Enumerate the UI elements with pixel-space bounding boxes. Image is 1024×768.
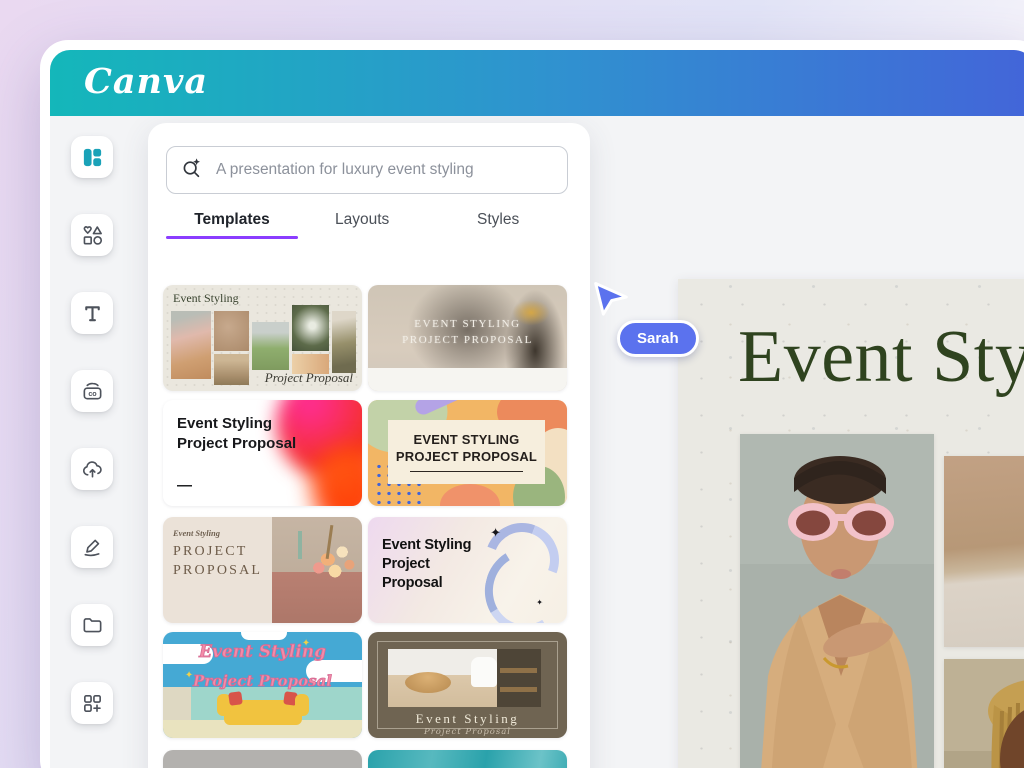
thumb-photo <box>292 305 329 351</box>
app-window: Canva co <box>40 40 1024 768</box>
brand-glyph: co <box>88 390 97 398</box>
tab-templates[interactable]: Templates <box>166 211 298 229</box>
thumb-photo <box>332 311 356 373</box>
search-input[interactable] <box>214 160 553 180</box>
template-card-gradient-blob[interactable]: Event Styling Project Proposal — <box>163 400 362 506</box>
card-title: PROJECT <box>173 544 248 559</box>
template-card-chrome[interactable]: ✦ ✦ Event Styling Project Proposal <box>368 517 567 623</box>
card-subtitle: Project Proposal <box>265 370 353 386</box>
canvas-photo-flower-woman[interactable] <box>944 659 1024 768</box>
sidebar-item-draw[interactable] <box>71 526 113 568</box>
template-card-abstract[interactable]: EVENT STYLING PROJECT PROPOSAL <box>368 400 567 506</box>
canvas-title-text[interactable]: Event Styling <box>738 315 1024 400</box>
card-subtitle: PROJECT PROPOSAL <box>368 334 567 346</box>
sofa-shape <box>224 700 302 725</box>
text-icon <box>81 302 104 325</box>
thumb-photo <box>272 517 362 623</box>
thumb-photo <box>214 311 249 351</box>
template-search-panel: Templates Layouts Styles Event Styling P… <box>148 123 590 768</box>
wall-shape <box>163 687 191 720</box>
canvas-photo-sand-texture[interactable] <box>944 456 1024 647</box>
pillow-shape <box>228 691 243 706</box>
elements-icon <box>81 224 104 247</box>
card-eyebrow: Event Styling <box>173 528 220 538</box>
card-subtitle: PROPOSAL <box>173 563 262 578</box>
card-subtitle: Project Proposal <box>368 727 567 737</box>
card-title: Event Styling <box>382 537 471 553</box>
sidebar-item-projects[interactable] <box>71 604 113 646</box>
pillow-shape <box>283 691 298 706</box>
bowl-shape <box>405 672 451 693</box>
card-title: Event Styling <box>368 711 567 727</box>
cloud-shape <box>241 632 287 640</box>
template-card-cartoon[interactable]: Event Styling Project Proposal ✦ ✦ <box>163 632 362 738</box>
sparkle-icon: ✦ <box>490 525 501 541</box>
candle-shape <box>298 531 302 559</box>
sidebar-item-design[interactable] <box>71 136 113 178</box>
sidebar-item-brand[interactable]: co <box>71 370 113 412</box>
uploads-icon <box>81 458 104 481</box>
sidebar-item-text[interactable] <box>71 292 113 334</box>
sidebar-item-uploads[interactable] <box>71 448 113 490</box>
tab-styles[interactable]: Styles <box>477 211 519 229</box>
collaborator-name-badge: Sarah <box>617 320 699 357</box>
thumb-photo <box>171 311 211 379</box>
template-card-partial-teal[interactable] <box>368 750 567 768</box>
thumb-photo <box>252 322 289 370</box>
abstract-shape <box>440 484 500 506</box>
card-dash: — <box>177 477 192 494</box>
card-subtitle: PROJECT PROPOSAL <box>396 449 537 464</box>
canvas-photo-sunglasses-woman[interactable] <box>740 434 934 768</box>
template-card-partial-gray[interactable] <box>163 750 362 768</box>
canva-logo: Canva <box>84 61 208 102</box>
collaborator-cursor-icon <box>591 280 631 325</box>
thumb-photo <box>214 354 249 385</box>
tab-layouts[interactable]: Layouts <box>335 211 389 229</box>
card-subtitle: Project Proposal <box>177 435 296 452</box>
card-inner-panel: EVENT STYLING PROJECT PROPOSAL <box>388 420 545 484</box>
card-title: EVENT STYLING <box>368 318 567 330</box>
active-tab-underline <box>166 236 298 239</box>
sparkle-icon: ✦ <box>185 670 193 681</box>
draw-icon <box>81 536 104 559</box>
card-subtitle2: Proposal <box>382 575 442 591</box>
top-header-bar: Canva <box>50 50 1024 116</box>
brand-icon: co <box>81 380 104 403</box>
apps-icon <box>81 692 104 715</box>
underline-rule <box>410 471 523 473</box>
sidebar-item-apps[interactable] <box>71 682 113 724</box>
projects-icon <box>81 614 104 637</box>
sparkle-icon: ✦ <box>536 598 543 607</box>
chair-shape <box>471 657 497 687</box>
card-title: Event Styling <box>173 291 239 306</box>
template-card-taupe[interactable]: Event Styling Project Proposal <box>368 632 567 738</box>
card-subtitle: Project <box>382 556 430 572</box>
design-icon <box>81 146 104 169</box>
card-title: Event Styling <box>163 642 362 662</box>
shelf-shape <box>497 649 541 707</box>
template-card-blur-photo[interactable]: EVENT STYLING PROJECT PROPOSAL <box>368 285 567 391</box>
app-body: co T <box>50 116 1024 768</box>
card-footer-strip <box>368 368 567 391</box>
template-card-collage[interactable]: Event Styling Project Proposal <box>163 285 362 391</box>
card-title: EVENT STYLING <box>414 432 520 447</box>
design-canvas[interactable]: Event Styling <box>678 279 1024 768</box>
magic-search-icon <box>181 157 203 184</box>
template-card-split-photo[interactable]: Event Styling PROJECT PROPOSAL <box>163 517 362 623</box>
page-background: Canva co <box>0 0 1024 768</box>
sparkle-icon: ✦ <box>302 638 310 649</box>
card-title: Event Styling <box>177 415 272 432</box>
search-box[interactable] <box>166 146 568 194</box>
thumb-photo <box>388 649 541 707</box>
sidebar-item-elements[interactable] <box>71 214 113 256</box>
